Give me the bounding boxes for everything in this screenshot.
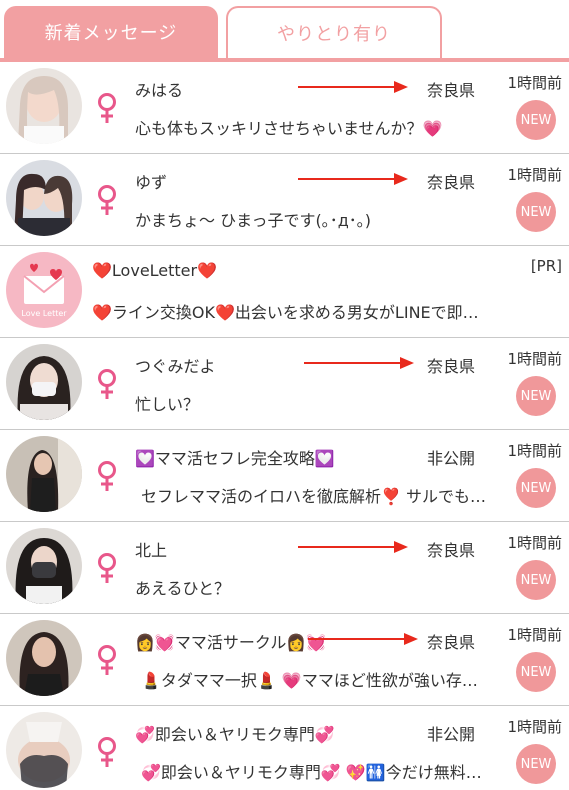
female-symbol-icon <box>98 645 116 675</box>
avatar[interactable] <box>6 160 82 236</box>
list-item[interactable]: 💞即会い＆ヤリモク専門💞 非公開 1時間前 💞即会い＆ヤリモク専門💞 💖🚻今だけ… <box>0 706 569 790</box>
timestamp: 1時間前 <box>507 350 562 368</box>
avatar[interactable] <box>6 712 82 788</box>
red-arrow-icon <box>308 633 418 645</box>
prefecture: 奈良県 <box>427 633 476 652</box>
sender-name: 👩💓ママ活サークル👩💓 <box>135 633 327 652</box>
sender-name: ❤️LoveLetter❤️ <box>92 261 218 280</box>
tab-exchanged[interactable]: やりとり有り <box>226 6 442 58</box>
female-symbol-icon <box>98 93 116 123</box>
female-symbol-icon <box>98 369 116 399</box>
love-letter-logo[interactable]: Love Letter <box>6 252 82 328</box>
female-symbol-icon <box>98 553 116 583</box>
new-badge: NEW <box>516 652 556 692</box>
female-symbol-icon <box>98 461 116 491</box>
prefecture: 奈良県 <box>427 541 476 560</box>
pr-tag: [PR] <box>530 257 562 275</box>
message-preview: 💄タダママ一択💄 💗ママほど性欲が強い存… <box>141 671 478 690</box>
red-arrow-icon <box>304 357 414 369</box>
tab-new-messages[interactable]: 新着メッセージ <box>4 6 218 58</box>
prefecture: 非公開 <box>427 725 476 744</box>
message-preview: セフレママ活のイロハを徹底解析❣️ サルでも… <box>141 487 487 506</box>
avatar[interactable] <box>6 436 82 512</box>
message-preview: 💞即会い＆ヤリモク専門💞 💖🚻今だけ無料… <box>141 763 482 782</box>
message-preview: ❤️ライン交換OK❤️出会いを求める男女がLINEで即… <box>92 303 479 322</box>
prefecture: 非公開 <box>427 449 476 468</box>
timestamp: 1時間前 <box>507 442 562 460</box>
list-item[interactable]: 💟ママ活セフレ完全攻略💟 非公開 1時間前 セフレママ活のイロハを徹底解析❣️ … <box>0 430 569 522</box>
sender-name: 💞即会い＆ヤリモク専門💞 <box>135 725 335 744</box>
avatar[interactable] <box>6 68 82 144</box>
list-item[interactable]: 北上 奈良県 1時間前 あえるひと？ NEW <box>0 522 569 614</box>
avatar[interactable] <box>6 620 82 696</box>
new-badge: NEW <box>516 468 556 508</box>
list-item[interactable]: ゆず 奈良県 1時間前 かまちょ～ ひまっ子です(｡･д･｡) NEW <box>0 154 569 246</box>
tab-bar: 新着メッセージ やりとり有り <box>0 0 569 62</box>
list-item[interactable]: 👩💓ママ活サークル👩💓 奈良県 1時間前 💄タダママ一択💄 💗ママほど性欲が強い… <box>0 614 569 706</box>
sender-name: 💟ママ活セフレ完全攻略💟 <box>135 449 335 468</box>
timestamp: 1時間前 <box>507 718 562 736</box>
love-letter-logo-text: Love Letter <box>21 309 67 318</box>
female-symbol-icon <box>98 185 116 215</box>
prefecture: 奈良県 <box>427 173 476 192</box>
sender-name: みはる <box>135 81 184 100</box>
female-symbol-icon <box>98 737 116 767</box>
new-badge: NEW <box>516 192 556 232</box>
red-arrow-icon <box>298 173 408 185</box>
avatar[interactable] <box>6 344 82 420</box>
new-badge: NEW <box>516 376 556 416</box>
prefecture: 奈良県 <box>427 357 476 376</box>
message-preview: 心も体もスッキリさせちゃいませんか？💗 <box>135 119 443 138</box>
timestamp: 1時間前 <box>507 74 562 92</box>
list-item-ad[interactable]: Love Letter ❤️LoveLetter❤️ [PR] ❤️ライン交換O… <box>0 246 569 338</box>
timestamp: 1時間前 <box>507 626 562 644</box>
red-arrow-icon <box>298 541 408 553</box>
message-preview: かまちょ～ ひまっ子です(｡･д･｡) <box>135 211 371 230</box>
new-badge: NEW <box>516 100 556 140</box>
message-preview: 忙しい？ <box>135 395 200 414</box>
new-badge: NEW <box>516 560 556 600</box>
sender-name: ゆず <box>135 173 168 192</box>
sender-name: つぐみだよ <box>135 357 216 376</box>
list-item[interactable]: つぐみだよ 奈良県 1時間前 忙しい？ NEW <box>0 338 569 430</box>
message-preview: あえるひと？ <box>135 579 231 598</box>
avatar[interactable] <box>6 528 82 604</box>
timestamp: 1時間前 <box>507 166 562 184</box>
list-item[interactable]: みはる 奈良県 1時間前 心も体もスッキリさせちゃいませんか？💗 NEW <box>0 62 569 154</box>
new-badge: NEW <box>516 744 556 784</box>
prefecture: 奈良県 <box>427 81 476 100</box>
timestamp: 1時間前 <box>507 534 562 552</box>
red-arrow-icon <box>298 81 408 93</box>
sender-name: 北上 <box>135 541 168 560</box>
